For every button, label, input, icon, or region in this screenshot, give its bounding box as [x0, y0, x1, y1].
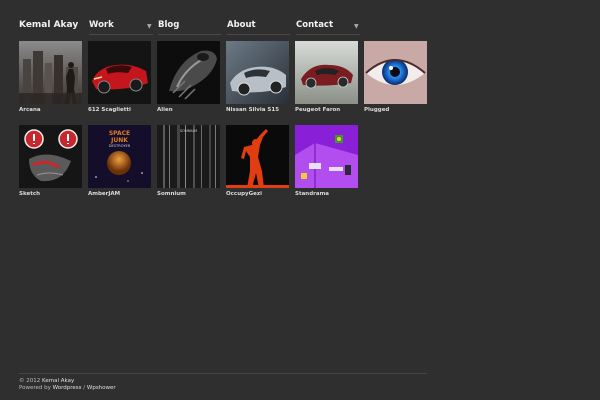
portfolio-item-title[interactable]: Nissan Silvia S15: [226, 107, 289, 113]
somnium-title: SOMNIUM: [180, 129, 197, 133]
nav-item-work[interactable]: Work: [89, 20, 114, 30]
portfolio-item-title[interactable]: AmberJAM: [88, 191, 151, 197]
portfolio-item[interactable]: Peugeot Faron: [295, 41, 358, 113]
raised-fist-figure-thumbnail[interactable]: [226, 125, 289, 188]
red-car-thumbnail[interactable]: [88, 41, 151, 104]
portfolio-item[interactable]: Nissan Silvia S15: [226, 41, 289, 113]
wpshower-link[interactable]: Wpshower: [87, 385, 116, 391]
portfolio-item-title[interactable]: Alien: [157, 107, 220, 113]
portfolio-item[interactable]: Alien: [157, 41, 220, 113]
chevron-down-icon[interactable]: ▼: [354, 23, 359, 30]
portfolio-item[interactable]: SOMNIUM Somnium: [157, 125, 220, 197]
credits-separator: /: [83, 385, 86, 391]
portfolio-item-title[interactable]: Plugged: [364, 107, 427, 113]
nav-divider: [158, 34, 221, 35]
space-junk-title-line-1: SPACE: [109, 130, 130, 137]
portfolio-item-title[interactable]: Peugeot Faron: [295, 107, 358, 113]
portfolio-item-title[interactable]: 612 Scaglietti: [88, 107, 151, 113]
site-footer: © 2012 Kemal Akay Powered by Wordpress /…: [19, 378, 116, 392]
portfolio-item[interactable]: Standrama: [295, 125, 358, 197]
copyright-text: © 2012: [19, 378, 41, 384]
concept-car-thumbnail[interactable]: [295, 41, 358, 104]
nav-item-contact[interactable]: Contact: [296, 20, 333, 30]
portfolio-item[interactable]: OccupyGezi: [226, 125, 289, 197]
portfolio-item-title[interactable]: Sketch: [19, 191, 82, 197]
blue-eye-thumbnail[interactable]: [364, 41, 427, 104]
silver-car-thumbnail[interactable]: [226, 41, 289, 104]
nav-item-blog[interactable]: Blog: [158, 20, 179, 30]
footer-credits: Powered by Wordpress / Wpshower: [19, 385, 116, 392]
portfolio-item-title[interactable]: Somnium: [157, 191, 220, 197]
portfolio-item-title[interactable]: Standrama: [295, 191, 358, 197]
space-junk-title-line-2: JUNK: [110, 137, 128, 144]
portfolio-item[interactable]: Sketch: [19, 125, 82, 197]
city-figure-thumbnail[interactable]: [19, 41, 82, 104]
owner-link[interactable]: Kemal Akay: [42, 378, 74, 384]
sketch-face-thumbnail[interactable]: [19, 125, 82, 188]
footer-copyright: © 2012 Kemal Akay: [19, 378, 116, 385]
nav-divider: [89, 34, 153, 35]
portfolio-item[interactable]: Arcana: [19, 41, 82, 113]
wordpress-link[interactable]: Wordpress: [53, 385, 82, 391]
space-junk-thumbnail[interactable]: SPACE JUNK DESTROYER: [88, 125, 151, 188]
portfolio-item[interactable]: 612 Scaglietti: [88, 41, 151, 113]
portfolio-item-title[interactable]: Arcana: [19, 107, 82, 113]
portfolio-item-title[interactable]: OccupyGezi: [226, 191, 289, 197]
somnium-thumbnail[interactable]: SOMNIUM: [157, 125, 220, 188]
footer-divider: [19, 373, 427, 374]
main-navigation: Kemal Akay Work ▼ Blog About Contact ▼: [19, 20, 427, 36]
portfolio-item[interactable]: Plugged: [364, 41, 427, 113]
purple-room-thumbnail[interactable]: [295, 125, 358, 188]
alien-head-thumbnail[interactable]: [157, 41, 220, 104]
space-junk-title-line-3: DESTROYER: [109, 144, 131, 148]
chevron-down-icon[interactable]: ▼: [147, 23, 152, 30]
powered-by-text: Powered by: [19, 385, 51, 391]
portfolio-item[interactable]: SPACE JUNK DESTROYER AmberJAM: [88, 125, 151, 197]
nav-divider: [227, 34, 290, 35]
site-brand-link[interactable]: Kemal Akay: [19, 20, 78, 30]
nav-divider: [296, 34, 360, 35]
nav-item-about[interactable]: About: [227, 20, 256, 30]
